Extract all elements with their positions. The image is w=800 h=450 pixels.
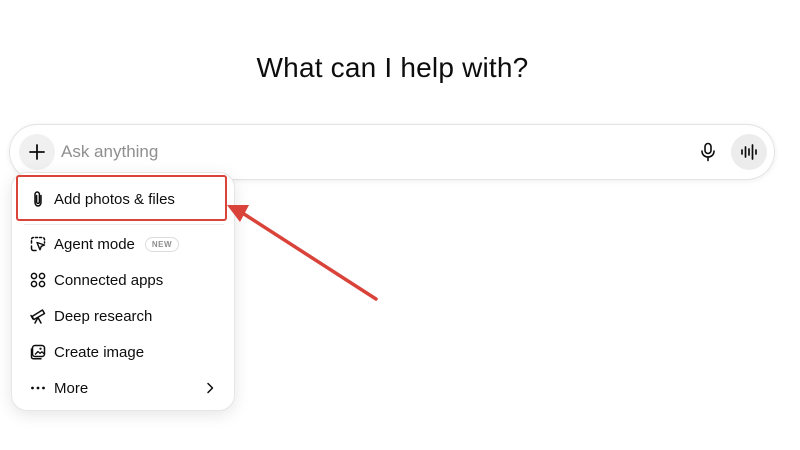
menu-item-create-image[interactable]: Create image [12,335,236,369]
annotation-highlight-box [16,175,227,221]
menu-item-label: More [54,379,89,397]
attach-plus-button[interactable] [19,134,55,170]
menu-item-more[interactable]: More [12,371,236,405]
image-create-icon [28,342,48,362]
menu-item-label: Connected apps [54,271,164,289]
agent-cursor-icon [28,234,48,254]
menu-item-deep-research[interactable]: Deep research [12,299,236,333]
dictate-button[interactable] [691,135,725,169]
connected-apps-icon [28,270,48,290]
voice-mode-button[interactable] [731,134,767,170]
telescope-icon [28,306,48,326]
menu-item-agent-mode[interactable]: Agent mode NEW [12,227,236,261]
menu-item-label: Agent mode [54,235,135,253]
menu-item-label: Deep research [54,307,153,325]
menu-item-connected-apps[interactable]: Connected apps [12,263,236,297]
plus-icon [29,144,45,160]
page-headline: What can I help with? [256,52,529,83]
chevron-right-icon [200,378,220,398]
menu-item-label: Create image [54,343,145,361]
microphone-icon [701,142,715,162]
menu-divider [24,224,224,225]
voice-waveform-icon [741,144,757,160]
prompt-input[interactable] [61,139,661,165]
more-dots-icon [28,378,48,398]
new-badge: NEW [144,236,180,252]
